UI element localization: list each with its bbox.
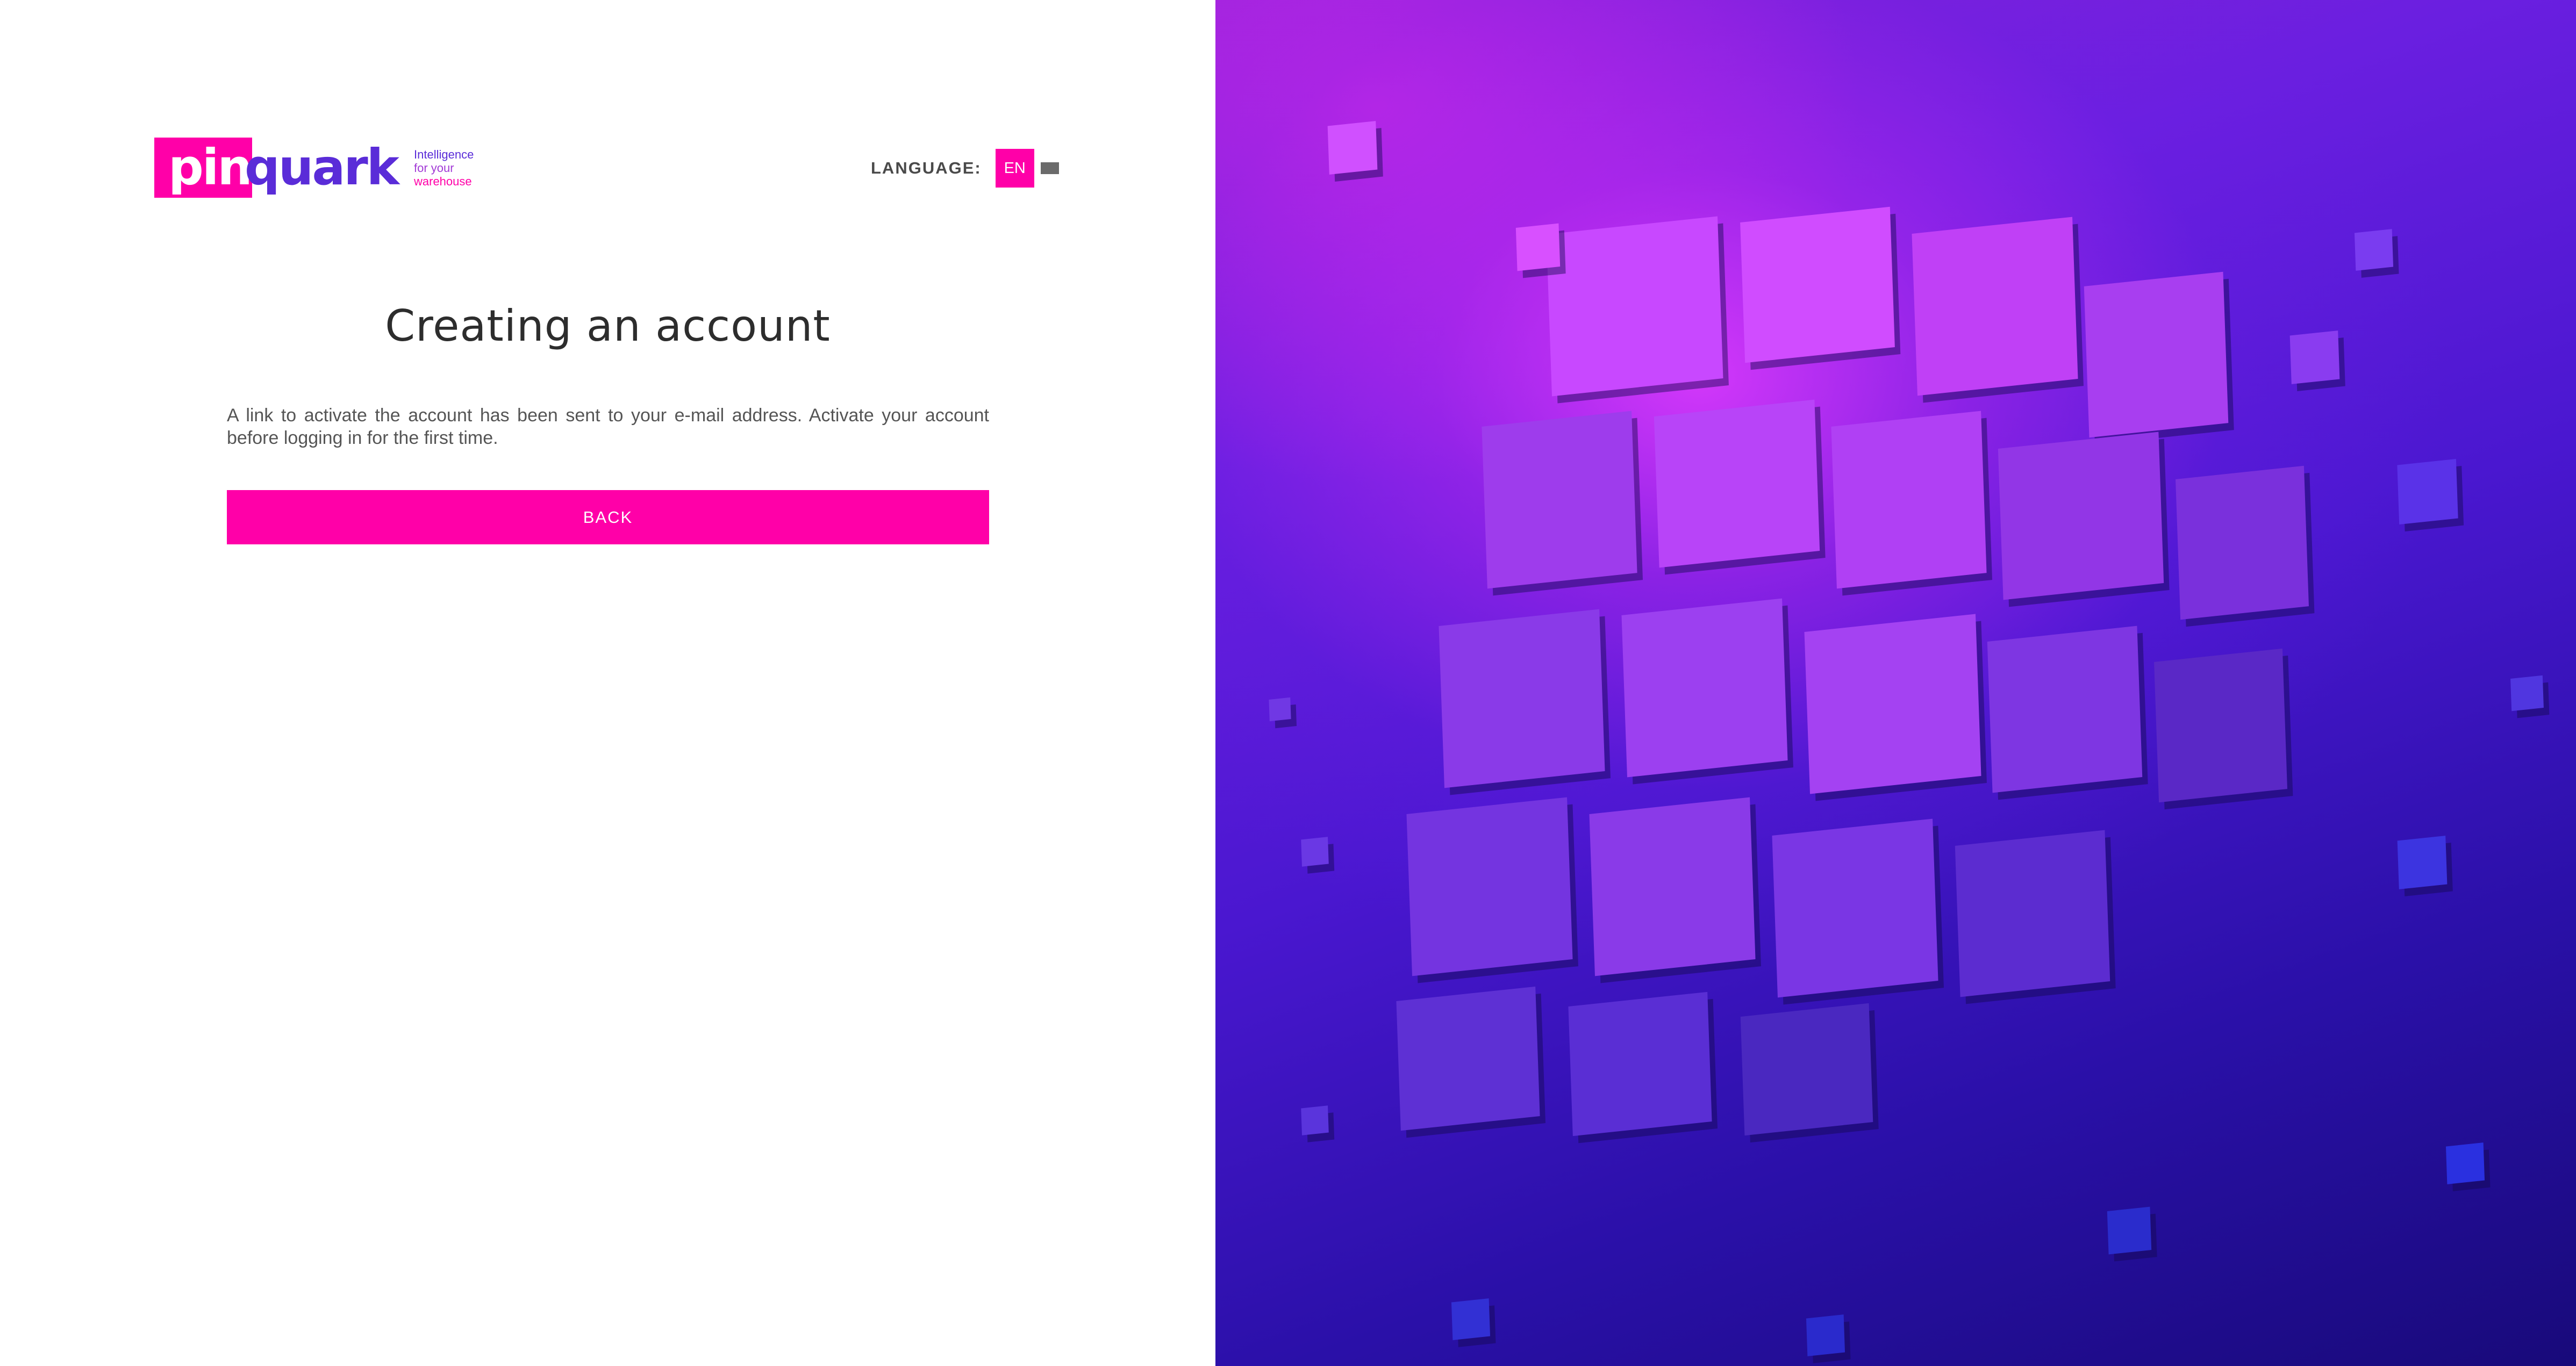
cube-shape	[1740, 1003, 1873, 1136]
cube-shape	[1406, 797, 1573, 976]
cube-shape	[1831, 411, 1987, 589]
cube-shape	[2176, 465, 2309, 620]
language-option-en[interactable]: EN	[995, 149, 1034, 188]
cube-shape	[1772, 818, 1938, 998]
cube-shape	[1396, 986, 1540, 1131]
cube-shape	[1482, 411, 1637, 589]
cube-shape	[1804, 614, 1981, 794]
cube-shape	[1451, 1298, 1491, 1340]
cube-shape	[2397, 836, 2448, 889]
cube-shape	[1589, 797, 1756, 976]
back-button[interactable]: BACK	[227, 490, 989, 544]
cube-shape	[1654, 399, 1820, 568]
logo-quark-text: quark	[245, 139, 399, 196]
cube-shape	[1806, 1314, 1845, 1356]
cube-shape	[1955, 830, 2110, 997]
activation-message: A link to activate the account has been …	[227, 405, 989, 448]
cube-shape	[1621, 598, 1788, 778]
flag-icon[interactable]	[1040, 162, 1059, 174]
cube-shape	[1301, 1105, 1329, 1135]
cube-shape	[2154, 648, 2287, 803]
logo-tagline: Intelligence for your warehouse	[414, 148, 474, 188]
cube-shape	[1546, 216, 1723, 397]
left-panel: pin quark Intelligence for your warehous…	[0, 0, 1215, 1366]
cube-shape	[1987, 626, 2143, 793]
cube-shape	[2354, 229, 2394, 271]
tagline-line-2: for your	[414, 161, 454, 175]
cube-shape	[2445, 1142, 2485, 1184]
logo: pin quark Intelligence for your warehous…	[154, 138, 474, 198]
logo-pin-text: pin	[168, 139, 253, 196]
cube-shape	[1269, 697, 1291, 722]
cube-shape	[2397, 458, 2458, 525]
cube-shape	[1998, 432, 2164, 600]
tagline-line-3: warehouse	[414, 174, 472, 188]
page: pin quark Intelligence for your warehous…	[0, 0, 2576, 1366]
cube-shape	[2107, 1206, 2152, 1255]
cube-shape	[1327, 121, 1378, 175]
cube-shape	[1439, 609, 1605, 788]
cube-shape	[2289, 330, 2340, 384]
language-selector: LANGUAGE: EN	[871, 149, 1059, 188]
cubes-illustration	[1215, 0, 2576, 1366]
cube-shape	[1740, 206, 1895, 363]
logo-pin-box: pin	[154, 138, 253, 198]
cube-shape	[1568, 991, 1712, 1137]
tagline-line-1: Intelligence	[414, 147, 474, 161]
cube-shape	[1301, 837, 1329, 867]
cube-shape	[2510, 675, 2544, 711]
cube-shape	[2084, 271, 2229, 438]
cube-shape	[1515, 223, 1561, 271]
language-label: LANGUAGE:	[871, 159, 982, 177]
cube-shape	[1912, 217, 2078, 396]
page-title: Creating an account	[385, 301, 831, 351]
